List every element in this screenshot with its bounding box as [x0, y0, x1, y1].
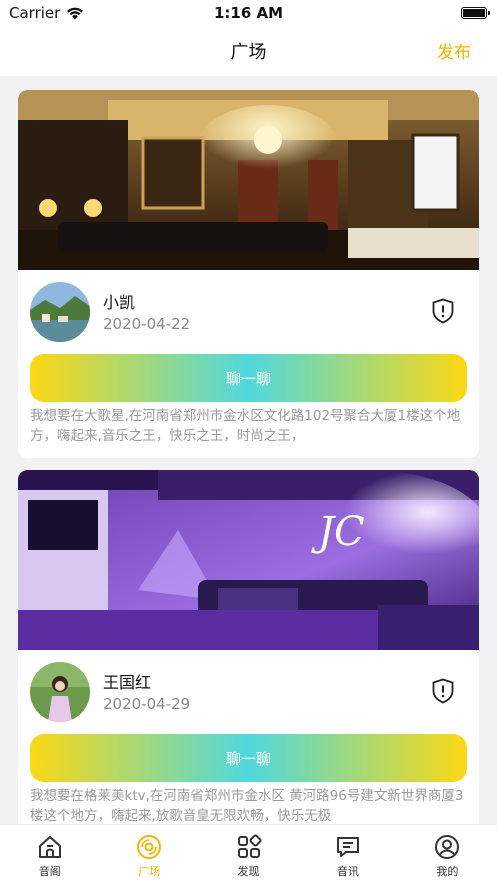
battery-icon [461, 7, 490, 19]
tab-label: 音阁 [38, 865, 61, 878]
post-card: JC 王国红 2020-04-29 聊一聊 我想要在格莱美ktv,在河南省郑州市… [18, 470, 479, 824]
grid-icon [237, 834, 262, 858]
tab-yinxun[interactable]: 音讯 [298, 825, 397, 883]
svg-text:JC: JC [311, 509, 365, 555]
status-bar: Carrier 1:16 AM [0, 0, 497, 26]
shield-report-icon[interactable] [431, 678, 455, 704]
home-icon [38, 836, 61, 858]
shield-report-icon[interactable] [431, 298, 455, 324]
navigation-bar: 广场 发布 [0, 26, 497, 76]
post-image[interactable]: JC [18, 470, 479, 650]
author-name: 王国红 [103, 673, 152, 692]
post-date: 2020-04-29 [103, 695, 191, 713]
post-description: 我想要在大歌星,在河南省郑州市金水区文化路102号聚合大厦1楼这个地方，嗨起来,… [30, 408, 461, 444]
publish-button[interactable]: 发布 [437, 38, 471, 63]
avatar[interactable] [30, 662, 90, 722]
avatar[interactable] [30, 282, 90, 342]
tab-label: 音讯 [336, 865, 359, 878]
wifi-icon [67, 7, 84, 19]
chat-button[interactable]: 聊一聊 [30, 734, 467, 782]
tab-guangchang[interactable]: 广场 [99, 825, 198, 883]
post-author: 小凯 2020-04-22 [18, 270, 479, 354]
tab-label: 我的 [436, 865, 459, 878]
tab-bar: 音阁 广场 发现 音讯 我的 [0, 824, 497, 883]
tab-yinge[interactable]: 音阁 [0, 825, 99, 883]
carrier-group: Carrier [9, 4, 84, 22]
tab-label: 广场 [138, 865, 161, 878]
profile-icon [435, 835, 460, 859]
post-date: 2020-04-22 [103, 315, 191, 333]
post-card: 小凯 2020-04-22 聊一聊 我想要在大歌星,在河南省郑州市金水区文化路1… [18, 90, 479, 458]
page-title: 广场 [230, 42, 267, 63]
post-image[interactable] [18, 90, 479, 270]
tab-label: 发现 [237, 865, 260, 878]
carrier-label: Carrier [9, 4, 61, 22]
post-feed[interactable]: 小凯 2020-04-22 聊一聊 我想要在大歌星,在河南省郑州市金水区文化路1… [0, 76, 497, 824]
post-author: 王国红 2020-04-29 [18, 650, 479, 734]
message-icon [336, 837, 359, 857]
tab-wode[interactable]: 我的 [398, 825, 497, 883]
disc-icon [137, 835, 162, 859]
post-description: 我想要在格莱美ktv,在河南省郑州市金水区 黄河路96号建文新世界商厦3楼这个地… [30, 788, 464, 824]
chat-button[interactable]: 聊一聊 [30, 354, 467, 402]
tab-faxian[interactable]: 发现 [199, 825, 298, 883]
author-name: 小凯 [103, 293, 136, 312]
